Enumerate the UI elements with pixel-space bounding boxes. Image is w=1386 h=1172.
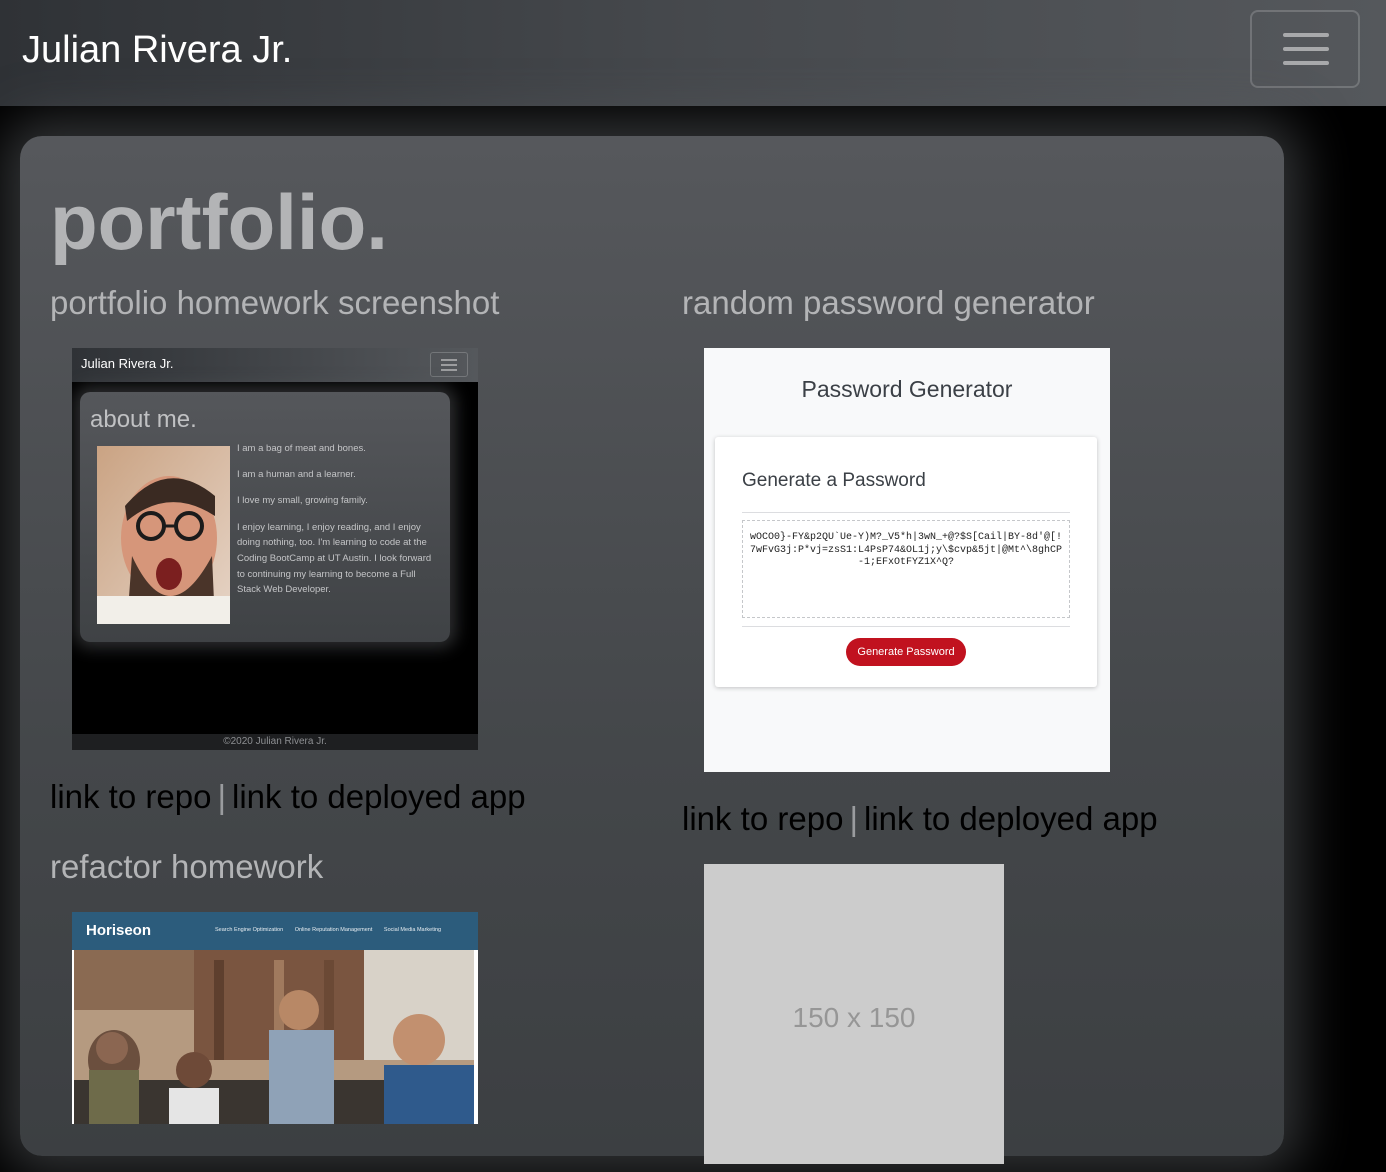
- deployed-app-link[interactable]: link to deployed app: [232, 778, 526, 815]
- navbar: Julian Rivera Jr.: [0, 0, 1386, 106]
- project-screenshot-horiseon: Horiseon Search Engine Optimization Onli…: [72, 912, 478, 1124]
- navbar-toggler-button[interactable]: [1250, 10, 1360, 88]
- repo-link[interactable]: link to repo: [682, 800, 843, 837]
- screenshot-about-text: I am a bag of meat and bones. I am a hum…: [237, 443, 432, 596]
- project-screenshot-portfolio: Julian Rivera Jr. about me. I am a bag o…: [72, 348, 478, 750]
- screenshot-heading: Generate a Password: [742, 470, 926, 491]
- project-screenshot-password-generator: Password Generator Generate a Password w…: [704, 348, 1110, 772]
- hamburger-icon: [430, 352, 468, 377]
- screenshot-password-output: wOCO0}-FY&p2QU`Ue-Y)M?_V5*h|3wN_+@?$S[Ca…: [742, 520, 1070, 618]
- screenshot-title: Password Generator: [801, 376, 1013, 402]
- navbar-brand[interactable]: Julian Rivera Jr.: [22, 27, 292, 73]
- project-title: random password generator: [682, 284, 1095, 321]
- deployed-app-link[interactable]: link to deployed app: [864, 800, 1158, 837]
- project-links: link to repo | link to deployed app: [682, 800, 1158, 837]
- project-title: portfolio homework screenshot: [50, 284, 500, 321]
- page-title: portfolio.: [50, 178, 388, 266]
- repo-link[interactable]: link to repo: [50, 778, 211, 815]
- office-team-photo: [74, 950, 474, 1124]
- project-links: link to repo | link to deployed app: [50, 778, 526, 815]
- placeholder-image: 150 x 150: [704, 864, 1004, 1164]
- screenshot-heading: about me.: [90, 406, 197, 433]
- screenshot-brand: Horiseon: [86, 922, 152, 939]
- profile-photo: [97, 446, 230, 624]
- screenshot-menu: Search Engine Optimization Online Reputa…: [215, 927, 442, 933]
- screenshot-brand: Julian Rivera Jr.: [81, 356, 174, 371]
- screenshot-footer: ©2020 Julian Rivera Jr.: [72, 734, 478, 750]
- hamburger-icon: [1283, 33, 1329, 37]
- project-title: refactor homework: [50, 848, 324, 885]
- screenshot-generate-button: Generate Password: [846, 638, 966, 666]
